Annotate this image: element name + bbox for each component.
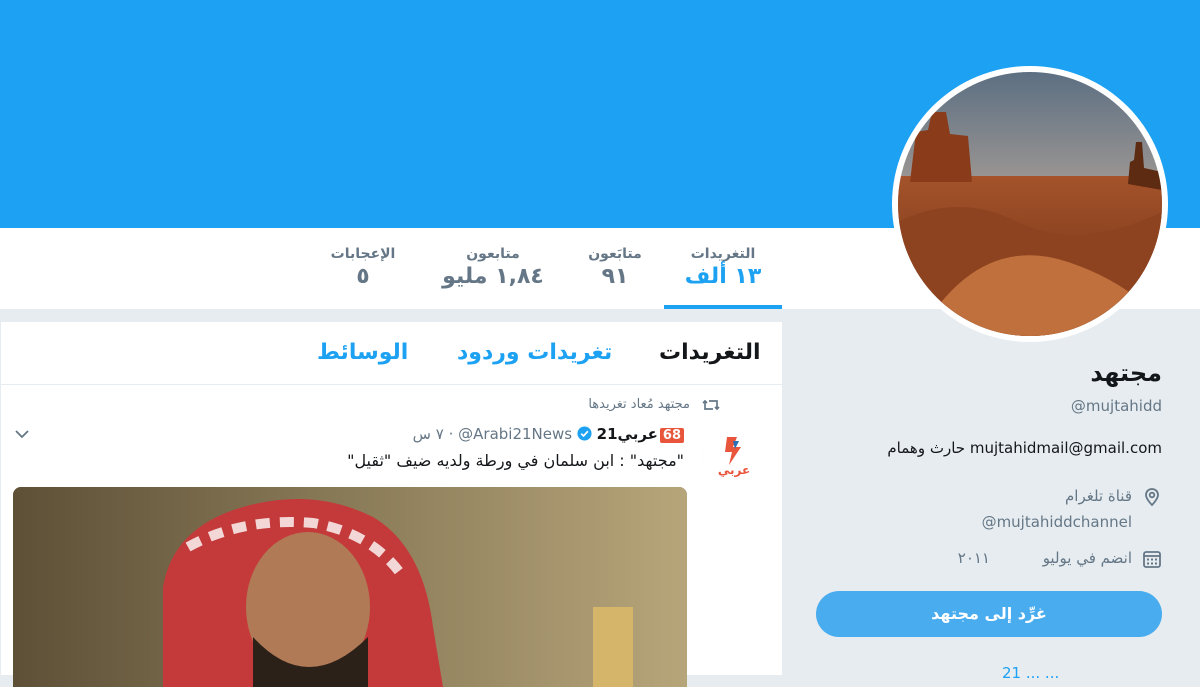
stat-tweets[interactable]: التغريدات ١٣ ألف (664, 246, 782, 289)
tweet-display-name[interactable]: عربي21 (597, 425, 658, 443)
calendar-icon (1143, 551, 1161, 568)
tweet-avatar-label: عربي (717, 463, 751, 477)
location-label: قناة تلغرام (1064, 487, 1132, 505)
profile-bio: mujtahidmail@gmail.com حارث وهمام (887, 439, 1162, 457)
stat-followers[interactable]: متابعون ١,٨٤ مليو (430, 246, 556, 289)
sidebar-more-row[interactable]: 21 ... ... (1002, 664, 1059, 682)
location-icon (1145, 488, 1159, 507)
stat-following[interactable]: متابَعون ٩١ (575, 246, 655, 289)
retweet-icon (702, 399, 720, 411)
profile-avatar[interactable] (892, 66, 1168, 342)
tweet[interactable]: مجتهد مُعاد تغريدها عربي · ٧ س @Arabi21N… (1, 385, 782, 687)
tweet-to-button[interactable]: غرِّد إلى مجتهد (816, 591, 1162, 637)
avatar-image (898, 72, 1162, 336)
timeline: التغريدات تغريدات وردود الوسائط مجتهد مُ… (0, 322, 783, 687)
tweet-avatar[interactable]: عربي (703, 425, 765, 487)
tweet-time[interactable]: · ٧ س (413, 425, 454, 443)
stat-followers-label: متابعون (466, 246, 520, 262)
joined-label: انضم في يوليو (1042, 549, 1132, 567)
tweet-handle[interactable]: @Arabi21News (458, 425, 572, 443)
profile-name[interactable]: مجتهد (1090, 359, 1162, 387)
verified-icon (577, 426, 592, 441)
stat-tweets-value: ١٣ ألف (684, 264, 762, 289)
stat-tweets-label: التغريدات (690, 246, 756, 262)
stat-likes-value: ٥ (356, 264, 370, 289)
stat-following-value: ٩١ (601, 264, 629, 289)
tab-media[interactable]: الوسائط (317, 340, 408, 365)
profile-location: قناة تلغرام @mujtahiddchannel (982, 487, 1162, 531)
retweet-note[interactable]: مجتهد مُعاد تغريدها (588, 397, 690, 412)
stat-likes[interactable]: الإعجابات ٥ (318, 246, 408, 289)
stat-likes-label: الإعجابات (330, 246, 396, 262)
timeline-tabs: التغريدات تغريدات وردود الوسائط (1, 322, 782, 385)
stat-following-label: متابَعون (588, 246, 642, 262)
joined-year: ٢٠١١ (957, 549, 990, 567)
tweet-header: · ٧ س @Arabi21News عربي21 68 (413, 425, 684, 443)
stat-followers-value: ١,٨٤ مليو (442, 264, 544, 289)
tab-tweets[interactable]: التغريدات (659, 340, 761, 365)
tweet-media-image[interactable] (13, 487, 687, 687)
tweet-name-badge: 68 (659, 428, 684, 443)
location-link[interactable]: @mujtahiddchannel (982, 513, 1132, 531)
profile-joined: انضم في يوليو ٢٠١١ (932, 549, 1162, 571)
chevron-down-icon[interactable] (13, 425, 31, 443)
profile-sidebar: مجتهد @mujtahidd mujtahidmail@gmail.com … (782, 309, 1200, 682)
tab-tweets-replies[interactable]: تغريدات وردود (457, 340, 612, 365)
profile-handle[interactable]: @mujtahidd (1071, 397, 1162, 415)
active-stat-indicator (664, 305, 782, 309)
tweet-text: "مجتهد" : ابن سلمان في ورطة ولديه ضيف "ث… (347, 451, 684, 470)
